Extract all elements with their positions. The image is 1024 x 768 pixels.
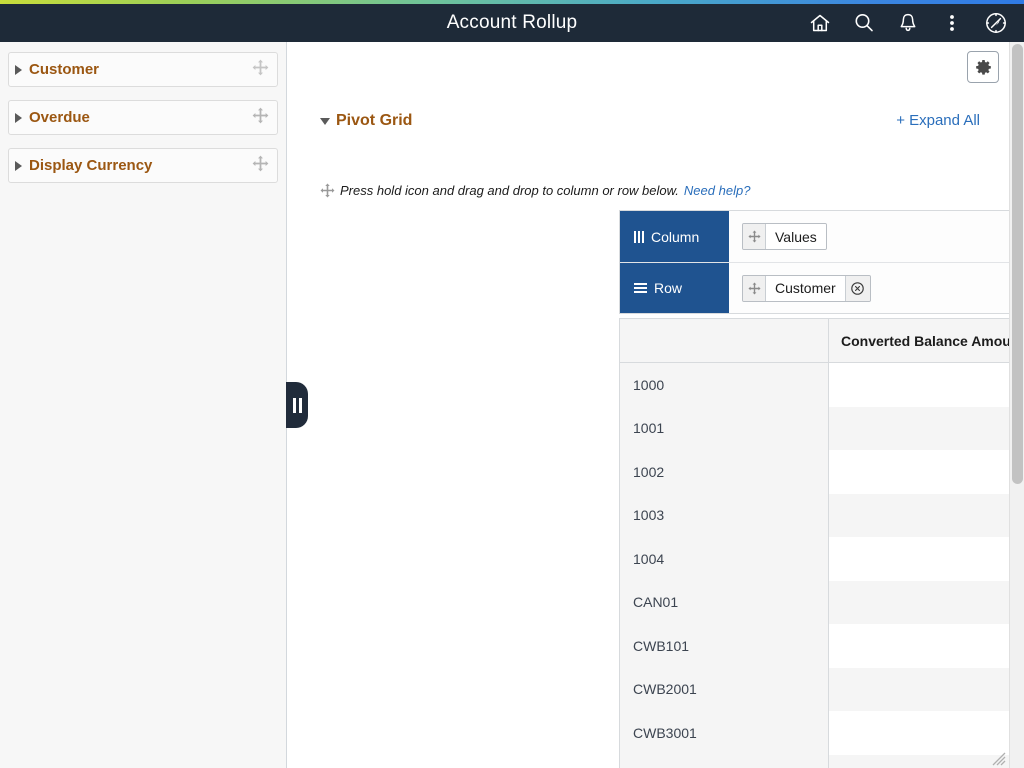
chevron-down-icon[interactable] xyxy=(320,118,330,125)
move-icon[interactable] xyxy=(743,276,766,301)
dropzone-row-label: Row xyxy=(620,263,729,313)
pivot-row-label[interactable]: CWBUSD1001 xyxy=(620,755,829,768)
chip-values[interactable]: Values xyxy=(742,223,827,250)
hint-text: Press hold icon and drag and drop to col… xyxy=(340,183,679,198)
pivot-value-cell[interactable]: 980,955.28 xyxy=(829,537,1024,581)
table-row[interactable]: CWBUSD10017,824.54 xyxy=(620,755,1024,768)
chip-label: Customer xyxy=(766,276,845,301)
pivot-grid-title: Pivot Grid xyxy=(336,112,412,130)
application-window: Account Rollup xyxy=(0,0,1024,768)
pivot-grid-header: Pivot Grid + Expand All xyxy=(320,112,1000,130)
pivot-value-cell[interactable]: 1,533,968.88 xyxy=(829,581,1024,625)
page-title: Account Rollup xyxy=(447,12,578,34)
pivot-table: Converted Balance Amount (Sum) 1000484,7… xyxy=(619,318,1024,768)
table-row[interactable]: 1003109,585.20 xyxy=(620,494,1024,538)
pivot-value-cell[interactable]: 109,585.20 xyxy=(829,494,1024,538)
dropzone-axis-label: Column xyxy=(651,229,699,245)
pivot-value-cell[interactable]: 484,701.08 xyxy=(829,363,1024,407)
sidebar-item-label: Display Currency xyxy=(29,157,252,174)
pivot-row-label[interactable]: 1003 xyxy=(620,494,829,538)
pivot-row-label[interactable]: CWB101 xyxy=(620,624,829,668)
resize-grip-icon[interactable] xyxy=(992,752,1006,766)
dropzone-column-label: Column xyxy=(620,211,729,262)
table-row[interactable]: CWB2001-1,591.14 xyxy=(620,668,1024,712)
pivot-dropzones: Column Values Row xyxy=(619,210,1024,314)
remove-circle-icon[interactable] xyxy=(845,276,870,301)
dropzone-axis-label: Row xyxy=(654,280,682,296)
move-icon[interactable] xyxy=(252,155,269,177)
pivot-corner-cell xyxy=(620,319,829,362)
sidebar-item-overdue[interactable]: Overdue xyxy=(8,100,278,135)
chevron-right-icon xyxy=(15,161,22,171)
dropzone-column-field[interactable]: Values xyxy=(729,211,1024,262)
move-icon[interactable] xyxy=(743,224,766,249)
pivot-row-label[interactable]: 1002 xyxy=(620,450,829,494)
pivot-column-header: Converted Balance Amount (Sum) xyxy=(829,319,1024,362)
home-icon[interactable] xyxy=(800,4,840,42)
sidebar-item-display-currency[interactable]: Display Currency xyxy=(8,148,278,183)
chip-customer[interactable]: Customer xyxy=(742,275,871,302)
dropzone-row-field[interactable]: Customer xyxy=(729,263,1024,313)
page-scrollbar-thumb[interactable] xyxy=(1012,44,1023,484)
page-scrollbar[interactable] xyxy=(1009,42,1024,768)
notifications-bell-icon[interactable] xyxy=(888,4,928,42)
header-icon-group xyxy=(800,4,1016,42)
sidebar-collapse-handle[interactable] xyxy=(286,382,308,428)
dropzone-column[interactable]: Column Values xyxy=(620,211,1024,262)
overflow-menu-icon[interactable] xyxy=(932,4,972,42)
pivot-value-cell[interactable]: 128,810.96 xyxy=(829,624,1024,668)
pivot-row-label[interactable]: 1000 xyxy=(620,363,829,407)
app-header: Account Rollup xyxy=(0,4,1024,42)
sidebar-item-label: Overdue xyxy=(29,109,252,126)
pivot-table-header: Converted Balance Amount (Sum) xyxy=(620,319,1024,363)
move-icon xyxy=(320,183,335,203)
pivot-table-body: 1000484,701.081001759,978.081002323,954.… xyxy=(620,363,1024,768)
table-row[interactable]: 1002323,954.63 xyxy=(620,450,1024,494)
columns-icon xyxy=(634,231,644,243)
pivot-row-label[interactable]: 1001 xyxy=(620,407,829,451)
table-row[interactable]: CAN011,533,968.88 xyxy=(620,581,1024,625)
table-row[interactable]: CWB101128,810.96 xyxy=(620,624,1024,668)
move-icon[interactable] xyxy=(252,59,269,81)
table-row[interactable]: 1004980,955.28 xyxy=(620,537,1024,581)
expand-all-link[interactable]: + Expand All xyxy=(896,112,980,129)
filter-sidebar: Customer Overdue Display Currency xyxy=(0,42,287,768)
pivot-row-label[interactable]: 1004 xyxy=(620,537,829,581)
pivot-row-label[interactable]: CWB2001 xyxy=(620,668,829,712)
table-row[interactable]: 1000484,701.08 xyxy=(620,363,1024,407)
need-help-link[interactable]: Need help? xyxy=(684,183,751,198)
rows-icon xyxy=(634,283,647,293)
move-icon[interactable] xyxy=(252,107,269,129)
table-row[interactable]: 1001759,978.08 xyxy=(620,407,1024,451)
table-row[interactable]: CWB30019,010.59 xyxy=(620,711,1024,755)
pivot-value-cell[interactable]: 323,954.63 xyxy=(829,450,1024,494)
chevron-right-icon xyxy=(15,113,22,123)
search-icon[interactable] xyxy=(844,4,884,42)
dropzone-row[interactable]: Row Customer xyxy=(620,262,1024,313)
pause-bars-icon xyxy=(293,398,302,413)
sidebar-item-label: Customer xyxy=(29,61,252,78)
chip-label: Values xyxy=(766,224,826,249)
brand-gradient-strip xyxy=(0,0,1024,4)
pivot-value-cell[interactable]: 9,010.59 xyxy=(829,711,1024,755)
main-content: Pivot Grid + Expand All Press hold icon … xyxy=(288,42,1024,768)
pivot-row-label[interactable]: CWB3001 xyxy=(620,711,829,755)
pivot-value-cell[interactable]: -1,591.14 xyxy=(829,668,1024,712)
drag-drop-hint: Press hold icon and drag and drop to col… xyxy=(320,180,1010,200)
navigator-compass-icon[interactable] xyxy=(976,4,1016,42)
pivot-value-cell[interactable]: 759,978.08 xyxy=(829,407,1024,451)
chevron-right-icon xyxy=(15,65,22,75)
pivot-row-label[interactable]: CAN01 xyxy=(620,581,829,625)
gear-icon[interactable] xyxy=(967,51,999,83)
sidebar-item-customer[interactable]: Customer xyxy=(8,52,278,87)
